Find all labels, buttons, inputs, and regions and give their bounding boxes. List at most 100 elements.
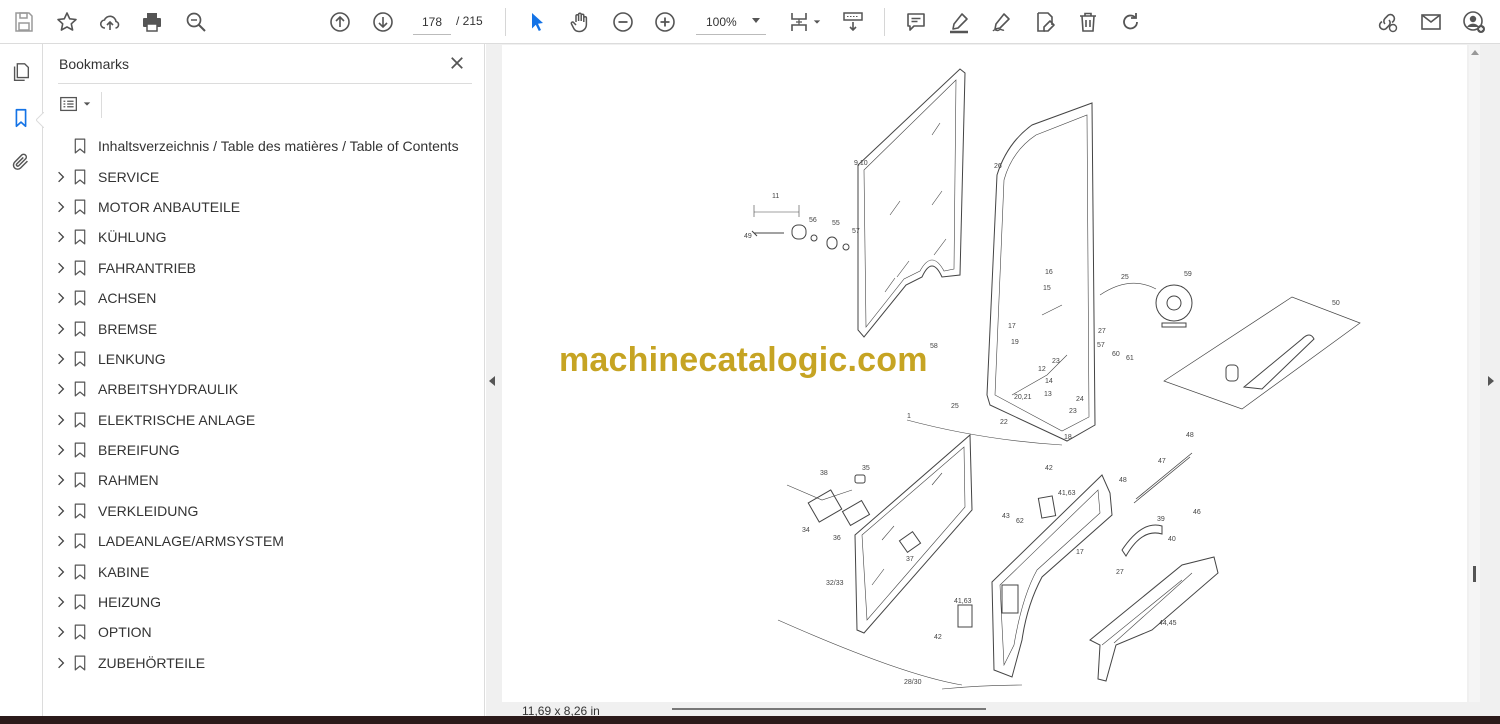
bookmark-item[interactable]: OPTION <box>44 617 484 647</box>
bookmark-label: HEIZUNG <box>98 594 161 611</box>
bookmark-item[interactable]: KABINE <box>44 556 484 586</box>
callout-label: 49 <box>744 233 752 240</box>
bookmark-item[interactable]: BEREIFUNG <box>44 435 484 465</box>
share-link-icon[interactable] <box>1373 8 1401 36</box>
bookmark-item[interactable]: ACHSEN <box>44 283 484 313</box>
chevron-down-icon <box>83 102 91 106</box>
bookmark-item[interactable]: VERKLEIDUNG <box>44 496 484 526</box>
bookmark-icon <box>74 411 88 429</box>
page-fit-icon[interactable] <box>786 8 814 36</box>
chevron-right-icon[interactable] <box>56 230 66 244</box>
previous-page-icon[interactable] <box>326 8 354 36</box>
bookmark-item[interactable]: MOTOR ANBAUTEILE <box>44 192 484 222</box>
attachments-icon[interactable] <box>8 149 34 175</box>
chevron-right-icon[interactable] <box>56 352 66 366</box>
callout-label: 24 <box>1076 396 1084 403</box>
chevron-right-icon[interactable] <box>56 291 66 305</box>
chevron-right-icon[interactable] <box>56 382 66 396</box>
bookmark-item[interactable]: Inhaltsverzeichnis / Table des matières … <box>44 131 484 161</box>
chevron-right-icon[interactable] <box>56 534 66 548</box>
chevron-right-icon[interactable] <box>56 413 66 427</box>
edit-text-icon[interactable] <box>1031 8 1059 36</box>
horizontal-scroll-thumb[interactable] <box>672 708 986 710</box>
chevron-right-icon[interactable] <box>56 625 66 639</box>
bookmark-item[interactable]: ELEKTRISCHE ANLAGE <box>44 405 484 435</box>
bookmark-item[interactable]: SERVICE <box>44 161 484 191</box>
bookmark-item[interactable]: RAHMEN <box>44 465 484 495</box>
bookmark-label: ELEKTRISCHE ANLAGE <box>98 411 256 428</box>
next-page-icon[interactable] <box>369 8 397 36</box>
bookmark-icon <box>74 289 88 307</box>
bookmark-label: RAHMEN <box>98 472 159 489</box>
bookmark-icon <box>74 320 88 338</box>
chevron-down-icon[interactable] <box>752 18 760 23</box>
chevron-right-icon[interactable] <box>56 595 66 609</box>
comment-icon[interactable] <box>902 8 930 36</box>
bookmark-item[interactable]: LADEANLAGE/ARMSYSTEM <box>44 526 484 556</box>
bookmark-label: MOTOR ANBAUTEILE <box>98 198 241 215</box>
callout-label: 18 <box>1064 434 1072 441</box>
bookmark-list: Inhaltsverzeichnis / Table des matières … <box>44 131 484 678</box>
bookmark-item[interactable]: HEIZUNG <box>44 587 484 617</box>
bookmark-item[interactable]: FAHRANTRIEB <box>44 253 484 283</box>
expand-right-panel-icon[interactable] <box>1488 376 1494 386</box>
collapse-panel-icon[interactable] <box>489 376 495 386</box>
highlight-pen-icon[interactable] <box>945 8 973 36</box>
bookmark-label: ARBEITSHYDRAULIK <box>98 381 239 398</box>
callout-label: 48 <box>1186 432 1194 439</box>
callout-label: 56 <box>809 217 817 224</box>
callout-label: 46 <box>1193 509 1201 516</box>
bookmark-icon <box>74 350 88 368</box>
bookmark-item[interactable]: LENKUNG <box>44 344 484 374</box>
draw-icon[interactable] <box>988 8 1016 36</box>
print-icon[interactable] <box>138 8 166 36</box>
bookmark-options-button[interactable] <box>58 92 98 116</box>
scroll-up-icon[interactable] <box>1471 50 1479 55</box>
chevron-down-icon[interactable] <box>812 8 822 36</box>
hand-tool-icon[interactable] <box>566 8 594 36</box>
chevron-right-icon[interactable] <box>56 473 66 487</box>
add-user-icon[interactable] <box>1460 8 1488 36</box>
rotate-icon[interactable] <box>1117 8 1145 36</box>
callout-label: 19 <box>1011 339 1019 346</box>
chevron-right-icon[interactable] <box>56 504 66 518</box>
toolbar: / 215 100% <box>0 0 1500 44</box>
callout-label: 26 <box>994 163 1002 170</box>
chevron-right-icon[interactable] <box>56 261 66 275</box>
callout-label: 58 <box>930 343 938 350</box>
email-icon[interactable] <box>1417 8 1445 36</box>
vertical-scrollbar[interactable] <box>1469 45 1480 702</box>
delete-icon[interactable] <box>1074 8 1102 36</box>
bookmark-item[interactable]: BREMSE <box>44 313 484 343</box>
chevron-right-icon[interactable] <box>56 656 66 670</box>
chevron-right-icon[interactable] <box>56 565 66 579</box>
callout-label: 11 <box>772 193 779 200</box>
zoom-out-icon[interactable] <box>609 8 637 36</box>
page-number-input[interactable] <box>413 9 451 35</box>
bookmark-label: VERKLEIDUNG <box>98 502 199 519</box>
taskbar-strip <box>0 716 1500 724</box>
close-icon[interactable] <box>446 52 468 74</box>
find-zoom-icon[interactable] <box>182 8 210 36</box>
page-thumbnails-icon[interactable] <box>8 59 34 85</box>
bookmark-icon <box>74 198 88 216</box>
status-bar <box>502 702 1480 716</box>
star-icon[interactable] <box>53 8 81 36</box>
save-icon[interactable] <box>10 8 38 36</box>
zoom-in-icon[interactable] <box>651 8 679 36</box>
bookmark-item[interactable]: KÜHLUNG <box>44 222 484 252</box>
chevron-right-icon[interactable] <box>56 200 66 214</box>
select-cursor-icon[interactable] <box>523 8 551 36</box>
bookmark-item[interactable]: ZUBEHÖRTEILE <box>44 648 484 678</box>
cloud-upload-icon[interactable] <box>96 8 124 36</box>
chevron-right-icon[interactable] <box>56 322 66 336</box>
bookmark-label: OPTION <box>98 624 152 641</box>
scroll-mode-icon[interactable] <box>839 8 867 36</box>
bookmark-item[interactable]: ARBEITSHYDRAULIK <box>44 374 484 404</box>
chevron-right-icon[interactable] <box>56 443 66 457</box>
bookmarks-icon[interactable] <box>8 105 34 131</box>
vertical-scroll-thumb[interactable] <box>1473 566 1476 582</box>
callout-label: 15 <box>1043 285 1051 292</box>
chevron-right-icon[interactable] <box>56 170 66 184</box>
door-frame-lower <box>991 474 1113 678</box>
